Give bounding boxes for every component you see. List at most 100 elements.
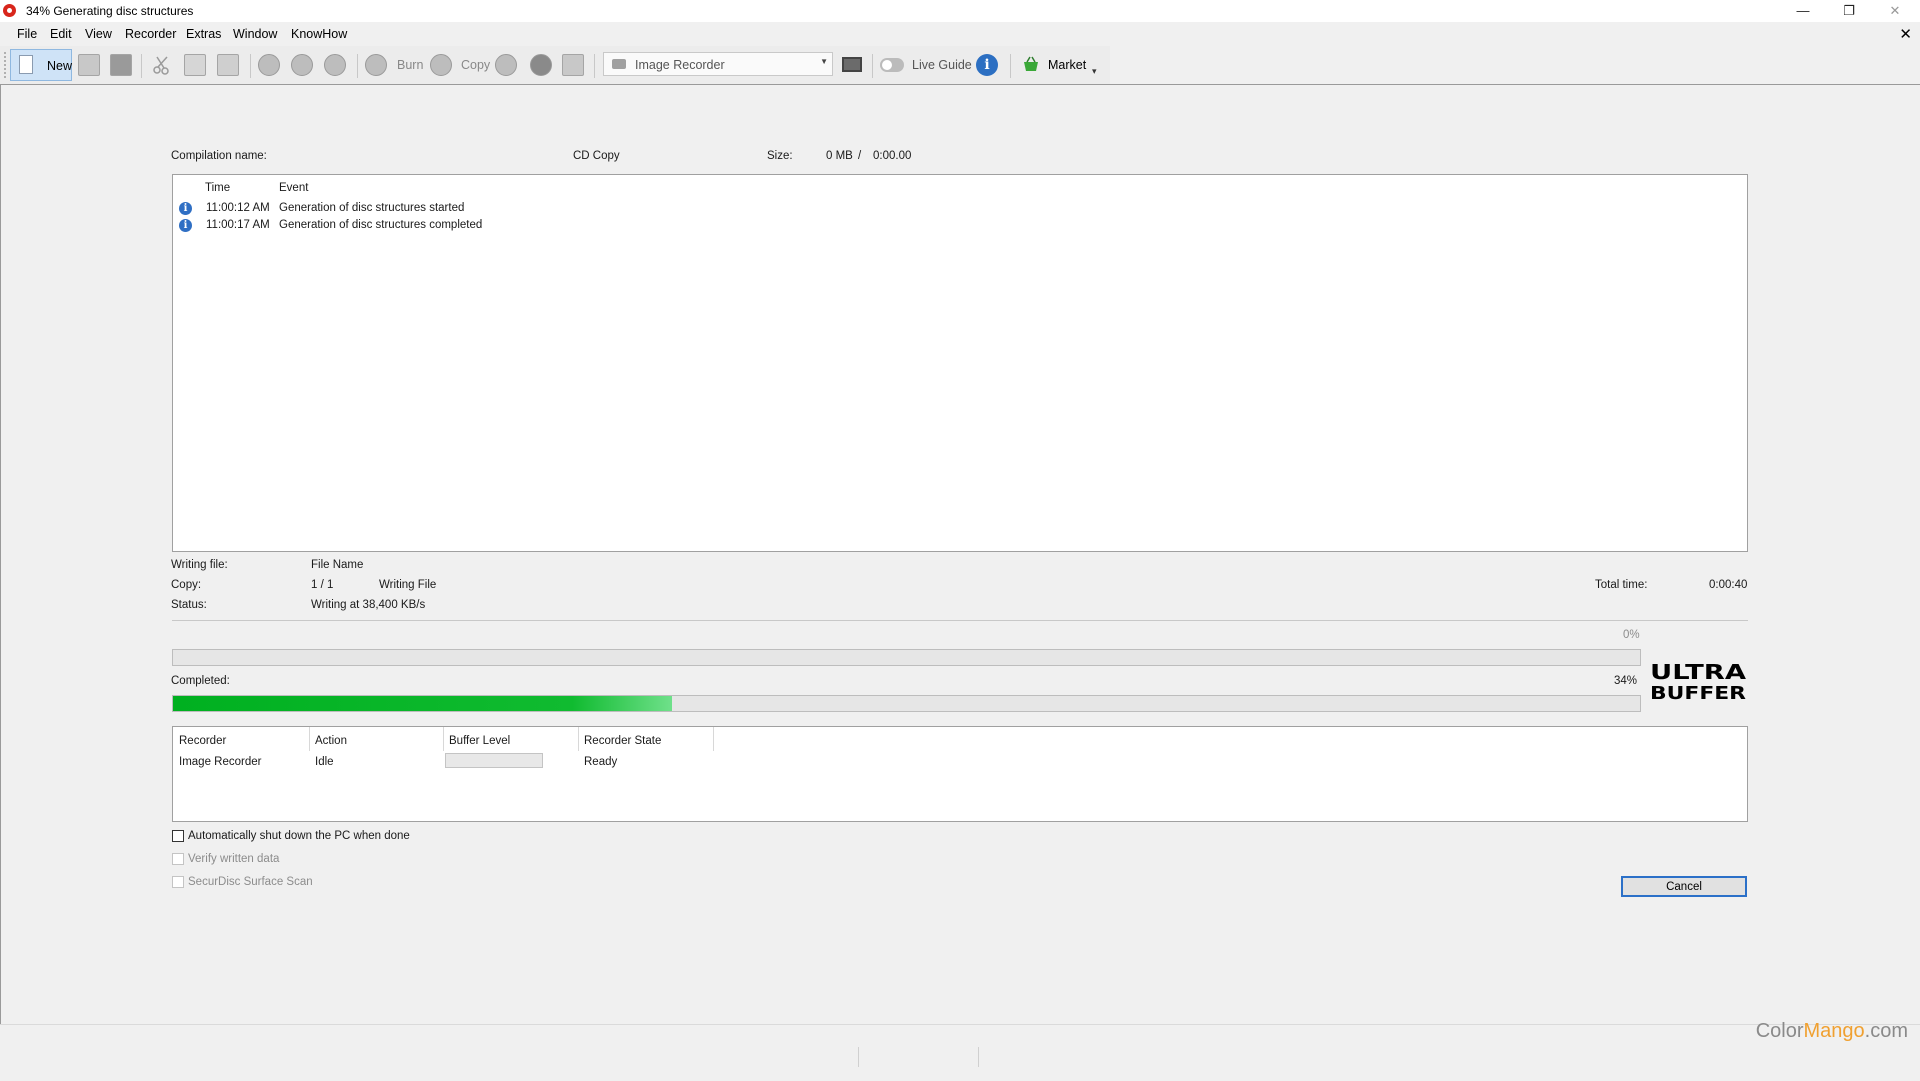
info-icon[interactable]: i <box>976 54 998 76</box>
save-icon[interactable] <box>110 54 132 76</box>
verify-data-checkbox[interactable] <box>172 853 184 865</box>
shutdown-checkbox-label[interactable]: Automatically shut down the PC when done <box>188 830 410 842</box>
title-bar: 34% Generating disc structures — ❐ ✕ <box>0 0 1920 22</box>
recorder-state-cell: Ready <box>584 756 618 768</box>
log-event: Generation of disc structures completed <box>279 219 483 231</box>
menu-knowhow[interactable]: KnowHow <box>291 27 347 41</box>
watermark-part3: .com <box>1864 1020 1908 1042</box>
window-title: 34% Generating disc structures <box>26 4 194 18</box>
info-icon: i <box>179 219 192 232</box>
compilation-name-value: CD Copy <box>573 150 620 162</box>
menu-extras[interactable]: Extras <box>186 27 221 41</box>
column-recorder-state[interactable]: Recorder State <box>584 735 661 747</box>
column-action[interactable]: Action <box>315 735 347 747</box>
recorder-name-cell: Image Recorder <box>179 756 262 768</box>
log-row[interactable]: i 11:00:17 AM Generation of disc structu… <box>173 219 1747 235</box>
minimize-button[interactable]: — <box>1780 0 1826 22</box>
burn-icon[interactable] <box>365 54 387 76</box>
size-label: Size: <box>767 150 793 162</box>
size-separator: / <box>858 150 862 162</box>
refresh-icon[interactable] <box>291 54 313 76</box>
recorder-select-value: Image Recorder <box>635 58 725 72</box>
copy-count-value: 1 / 1 <box>311 579 334 591</box>
erase-icon[interactable] <box>562 54 584 76</box>
status-label: Status: <box>171 599 207 611</box>
menu-file[interactable]: File <box>17 27 37 41</box>
logo-line-1: ULTRA <box>1650 660 1747 684</box>
restore-button[interactable]: ❐ <box>1826 0 1872 22</box>
market-label[interactable]: Market <box>1048 58 1086 72</box>
status-bar-divider <box>858 1047 859 1067</box>
toolbar-separator <box>141 54 142 78</box>
total-progress-fill <box>173 696 672 711</box>
menu-window[interactable]: Window <box>233 27 277 41</box>
disc-info-icon[interactable] <box>495 54 517 76</box>
live-guide-label[interactable]: Live Guide <box>912 58 972 72</box>
cut-icon[interactable] <box>151 54 173 76</box>
securdisc-scan-checkbox[interactable] <box>172 876 184 888</box>
recorder-status-table[interactable]: Recorder Action Buffer Level Recorder St… <box>172 726 1748 822</box>
live-guide-toggle[interactable] <box>880 58 904 72</box>
eject-icon[interactable] <box>530 54 552 76</box>
menu-edit[interactable]: Edit <box>50 27 72 41</box>
writing-file-label: Writing file: <box>171 559 228 571</box>
copy-clipboard-icon[interactable] <box>184 54 206 76</box>
cancel-button[interactable]: Cancel <box>1621 876 1747 897</box>
total-time-label: Total time: <box>1595 579 1648 591</box>
column-divider[interactable] <box>713 727 714 751</box>
copy-disc-icon[interactable] <box>430 54 452 76</box>
open-icon[interactable] <box>78 54 100 76</box>
recorder-drive-icon <box>612 59 626 69</box>
shutdown-checkbox[interactable] <box>172 830 184 842</box>
column-divider[interactable] <box>578 727 579 751</box>
new-document-icon <box>19 55 33 74</box>
size-time-value: 0:00.00 <box>873 150 912 162</box>
column-recorder[interactable]: Recorder <box>179 735 226 747</box>
toolbar: New Burn Copy Image Recorder ▼ Live Guid… <box>0 46 1110 84</box>
close-document-icon[interactable]: ✕ <box>1899 25 1912 43</box>
total-progress-bar <box>172 695 1641 712</box>
recorder-display-icon[interactable] <box>842 57 862 72</box>
toolbar-separator <box>594 54 595 78</box>
burn-label[interactable]: Burn <box>397 58 423 72</box>
new-button[interactable]: New <box>10 49 72 81</box>
verify-data-checkbox-label[interactable]: Verify written data <box>188 853 279 865</box>
close-window-button[interactable]: ✕ <box>1872 0 1918 22</box>
copy-count-label: Copy: <box>171 579 202 591</box>
nero-app-icon <box>3 4 16 17</box>
frame-border <box>0 84 1 1024</box>
dropdown-arrow-icon: ▼ <box>820 57 828 66</box>
paste-icon[interactable] <box>217 54 239 76</box>
file-progress-bar <box>172 649 1641 666</box>
watermark-part1: Color <box>1755 1020 1804 1042</box>
watermark-part2: Mango <box>1803 1020 1865 1042</box>
column-divider[interactable] <box>309 727 310 751</box>
stop-icon[interactable] <box>324 54 346 76</box>
log-column-time[interactable]: Time <box>205 182 230 194</box>
menu-view[interactable]: View <box>85 27 112 41</box>
buffer-level-bar <box>445 753 543 768</box>
log-row[interactable]: i 11:00:12 AM Generation of disc structu… <box>173 202 1747 218</box>
home-icon[interactable] <box>258 54 280 76</box>
toolbar-separator <box>250 54 251 78</box>
column-buffer-level[interactable]: Buffer Level <box>449 735 510 747</box>
file-progress-percent: 0% <box>1623 629 1640 641</box>
securdisc-scan-checkbox-label[interactable]: SecurDisc Surface Scan <box>188 876 313 888</box>
logo-line-2: BUFFER <box>1650 683 1746 702</box>
column-divider[interactable] <box>443 727 444 751</box>
toolbar-overflow-icon[interactable]: ▾ <box>1092 66 1097 77</box>
log-column-event[interactable]: Event <box>279 182 308 194</box>
copy-label[interactable]: Copy <box>461 58 490 72</box>
event-log-list[interactable]: Time Event i 11:00:12 AM Generation of d… <box>172 174 1748 552</box>
toolbar-grip[interactable] <box>4 52 8 78</box>
log-time: 11:00:17 AM <box>206 219 270 231</box>
toolbar-separator <box>872 54 873 78</box>
shopping-basket-icon[interactable] <box>1023 56 1039 72</box>
recorder-select[interactable]: Image Recorder ▼ <box>603 52 833 76</box>
status-bar-divider <box>978 1047 979 1067</box>
copy-action-value: Writing File <box>379 579 437 591</box>
menu-recorder[interactable]: Recorder <box>125 27 176 41</box>
total-time-value: 0:00:40 <box>1709 579 1748 591</box>
ultra-buffer-logo: ULTRA BUFFER <box>1648 660 1748 704</box>
info-icon: i <box>179 202 192 215</box>
